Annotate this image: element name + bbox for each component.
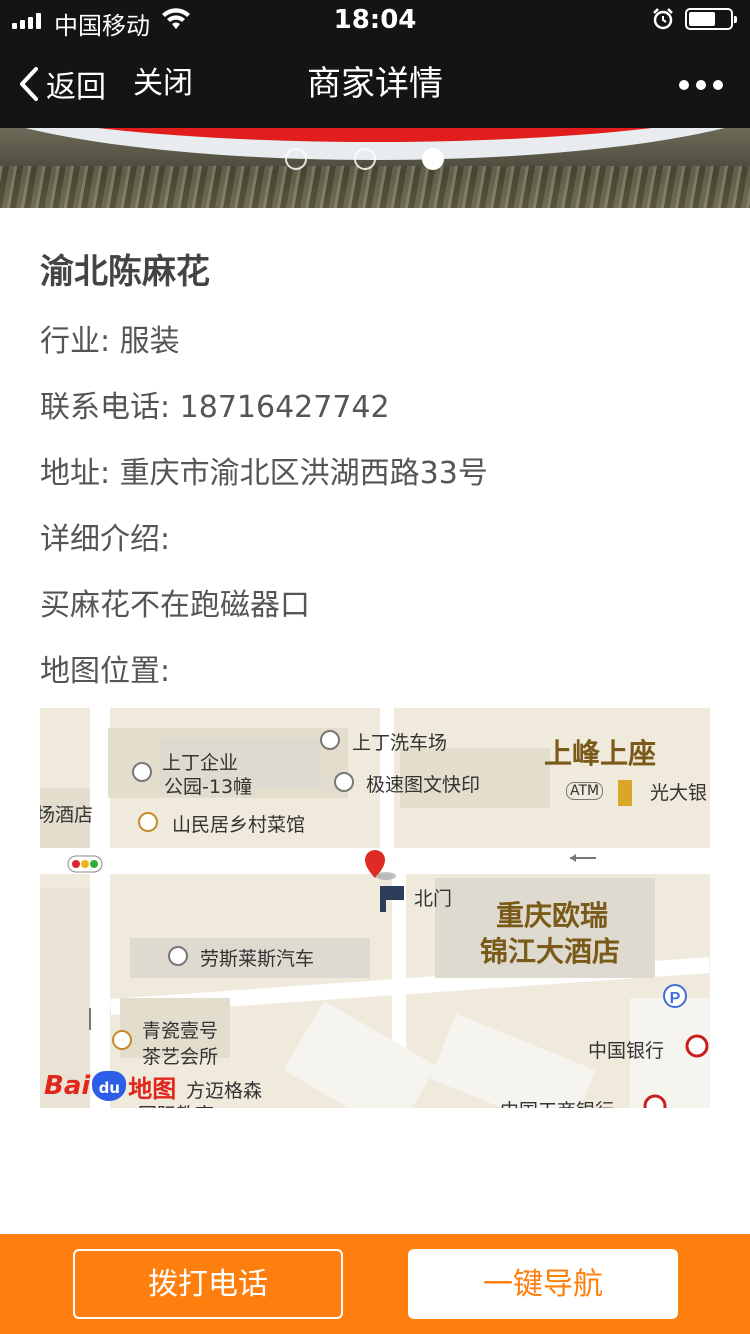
industry-line: 行业: 服装 — [40, 324, 180, 359]
carousel-dot[interactable] — [285, 148, 307, 170]
call-button[interactable]: 拨打电话 — [73, 1249, 343, 1319]
restaurant-icon — [138, 812, 158, 832]
battery-icon — [685, 8, 737, 30]
bottom-action-bar: 拨打电话 一键导航 — [0, 1234, 750, 1334]
map-label-icbc: 中国工商银行 — [500, 1096, 614, 1108]
status-bar: 中国移动 18:04 — [0, 0, 750, 40]
poi-marker — [334, 772, 354, 792]
carousel-indicators — [0, 148, 750, 170]
map-label-rolls: 劳斯莱斯汽车 — [200, 948, 315, 970]
carousel-dot-active[interactable] — [422, 148, 444, 170]
map-label-boc: 中国银行 — [588, 1040, 665, 1062]
map-label-north-gate: 北门 — [414, 888, 453, 910]
nav-bar: 返回 关闭 商家详情 — [0, 40, 750, 128]
merchant-name: 渝北陈麻花 — [40, 252, 210, 292]
map-label-restaurant: 山民居乡村菜馆 — [172, 814, 306, 836]
map-label-tea2: 茶艺会所 — [142, 1046, 219, 1068]
top-bar: 中国移动 18:04 返回 关闭 商家详情 — [0, 0, 750, 128]
baidu-map-logo: Bai du 地图 — [44, 1068, 176, 1104]
banner-carousel[interactable] — [0, 128, 750, 208]
baidu-logo-bai: Bai — [44, 1071, 91, 1101]
baidu-logo-ditu: 地图 — [128, 1074, 177, 1103]
baidu-paw-icon: du — [92, 1071, 127, 1101]
map-label-everbright: 光大银 — [650, 782, 708, 804]
address-line: 地址: 重庆市渝北区洪湖西路33号 — [40, 456, 488, 491]
intro-label: 详细介绍: — [40, 522, 171, 557]
car-service-icon — [168, 946, 188, 966]
intro-text: 买麻花不在跑磁器口 — [40, 588, 310, 623]
car-service-icon — [320, 730, 340, 750]
banner-image-grass — [0, 166, 750, 208]
phone-line: 联系电话: 18716427742 — [40, 390, 390, 425]
map-label-hotel1: 重庆欧瑞 — [496, 899, 609, 932]
map-label-carwash: 上丁洗车场 — [352, 732, 448, 754]
map-label-park2: 公园-13幢 — [164, 776, 253, 798]
page-title: 商家详情 — [307, 64, 443, 104]
alarm-icon — [653, 8, 673, 30]
poi-marker — [132, 762, 152, 782]
location-map[interactable]: P 上丁企业 公园-13幢 上丁洗车场 极速图文快印 场酒店 山民居乡村菜馆 上… — [40, 708, 710, 1108]
more-options-icon[interactable] — [678, 70, 724, 100]
tea-icon — [112, 1030, 132, 1050]
atm-icon: ATM — [566, 782, 604, 800]
navigate-button[interactable]: 一键导航 — [408, 1249, 678, 1319]
svg-text:P: P — [670, 990, 681, 1007]
carousel-dot[interactable] — [354, 148, 376, 170]
map-label-school: 方迈格森 — [186, 1080, 263, 1102]
map-label-print: 极速图文快印 — [366, 774, 481, 796]
map-label-park: 上丁企业 — [162, 752, 239, 774]
map-label-tea: 青瓷壹号 — [142, 1020, 219, 1042]
map-label-hotel2: 锦江大酒店 — [480, 935, 621, 968]
map-label-hotel-partial: 场酒店 — [40, 804, 94, 826]
map-label-shangfeng: 上峰上座 — [544, 737, 657, 770]
map-label: 地图位置: — [40, 654, 171, 689]
clock-time: 18:04 — [333, 5, 417, 35]
